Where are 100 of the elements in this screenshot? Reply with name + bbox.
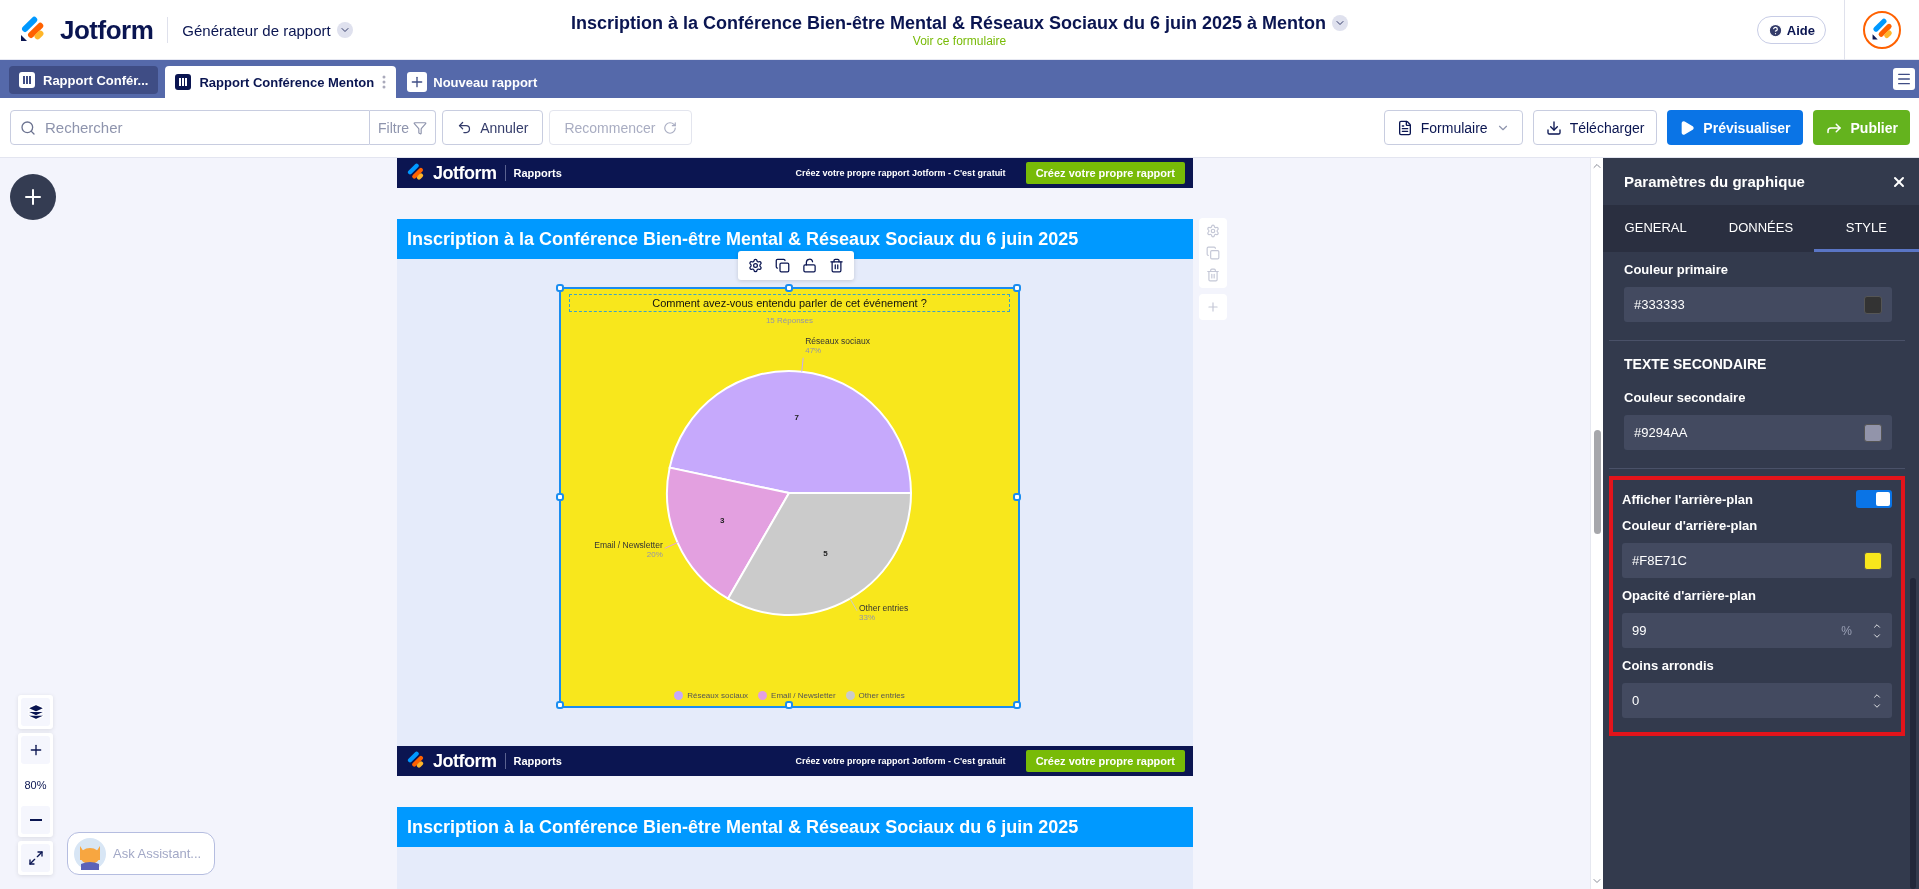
add-button[interactable]	[10, 174, 56, 220]
resize-handle[interactable]	[1013, 284, 1021, 292]
resize-handle[interactable]	[1013, 701, 1021, 709]
form-title: Inscription à la Conférence Bien-être Mental & Réseaux Sociaux du 6 juin 2025 à Menton	[570, 12, 1327, 34]
plus-icon	[407, 72, 428, 92]
bar-chart-icon	[19, 72, 35, 88]
section-label: Rapports	[513, 755, 562, 767]
cat-avatar-icon	[74, 837, 106, 870]
play-icon	[1679, 119, 1696, 136]
toolbar-button[interactable]: Formulaire	[1383, 110, 1523, 145]
help-button[interactable]: Aide	[1756, 16, 1826, 44]
slice-value: 3	[719, 515, 725, 525]
app-menu[interactable]: Générateur de rapport	[182, 21, 353, 39]
new-report-tab[interactable]: Nouveau rapport	[403, 66, 542, 98]
slice-percent: 20%	[646, 550, 663, 560]
color-swatch[interactable]	[1864, 423, 1882, 442]
report-tab[interactable]: Rapport Confér...	[9, 66, 159, 94]
menu-button[interactable]	[1893, 68, 1915, 90]
brand-name: Jotform	[60, 14, 154, 46]
section-label: Rapports	[513, 167, 562, 179]
logo-icon	[405, 751, 425, 771]
zoom-level: 80%	[24, 778, 47, 793]
resize-handle[interactable]	[556, 284, 564, 292]
logo-icon	[405, 163, 425, 183]
brand-name: Jotform	[433, 750, 497, 772]
fullscreen-button[interactable]	[21, 844, 50, 872]
menu-icon	[1896, 71, 1912, 87]
field-label: Coins arrondis	[1622, 658, 1715, 673]
settings-tab[interactable]: STYLE	[1813, 205, 1919, 252]
settings-tab[interactable]: DONNÉES	[1708, 205, 1814, 252]
color-field[interactable]: #333333	[1624, 287, 1892, 322]
zoom-in-button[interactable]	[21, 736, 50, 764]
report-title: Inscription à la Conférence Bien-être Mental & Réseaux Sociaux du 6 juin 2025	[397, 807, 1193, 847]
toggle-switch[interactable]	[1856, 490, 1892, 508]
unit-label: %	[1841, 623, 1852, 638]
copy-icon[interactable]	[775, 258, 790, 273]
resize-handle[interactable]	[556, 701, 564, 709]
minus-icon	[29, 819, 42, 821]
panel-title: Paramètres du graphique	[1624, 173, 1805, 190]
slice-label: Réseaux sociaux	[805, 335, 870, 346]
field-label: Opacité d'arrière-plan	[1622, 588, 1757, 603]
avatar[interactable]	[1863, 11, 1901, 49]
trash-icon[interactable]	[829, 258, 844, 273]
chart-card[interactable]: Comment avez-vous entendu parler de cet événement ? 15 Réponses 7 Réseaux sociaux 47% 3 Email / Newsletter 20% 5 Other entries 33% Réseaux sociaux Email / Newsletter Other entries	[559, 287, 1020, 708]
slice-value: 7	[794, 413, 799, 423]
toolbar-button[interactable]: Prévisualiser	[1667, 110, 1803, 145]
chart-title: Comment avez-vous entendu parler de cet événement ?	[569, 294, 1010, 312]
unlock-icon[interactable]	[802, 258, 817, 273]
logo-icon	[1870, 18, 1894, 42]
section-heading: TEXTE SECONDAIRE	[1624, 356, 1768, 372]
color-swatch[interactable]	[1864, 551, 1882, 570]
expand-icon	[27, 850, 44, 866]
brand-name: Jotform	[433, 162, 497, 184]
field-label: Couleur primaire	[1624, 262, 1730, 277]
bar-chart-icon	[175, 74, 192, 90]
number-field[interactable]: 99 %	[1622, 613, 1892, 648]
leader-line	[849, 598, 858, 612]
legend-item: Réseaux sociaux	[674, 691, 749, 700]
resize-handle[interactable]	[556, 492, 564, 501]
zoom-out-button[interactable]	[21, 806, 50, 834]
leader-line	[801, 357, 804, 373]
report-title: Inscription à la Conférence Bien-être Mental & Réseaux Sociaux du 6 juin 2025	[397, 219, 1193, 259]
promo-text: Créez votre propre rapport Jotform - C'est gratuit	[795, 168, 1006, 178]
download-icon	[1545, 119, 1562, 136]
slice-label: Other entries	[859, 602, 909, 613]
promo-text: Créez votre propre rapport Jotform - C'est gratuit	[795, 756, 1006, 766]
legend-item: Email / Newsletter	[758, 691, 836, 700]
redo-icon	[663, 120, 678, 135]
toolbar-button[interactable]: Télécharger	[1532, 110, 1658, 145]
history-button[interactable]: Annuler	[442, 110, 544, 145]
filter-icon	[413, 120, 428, 135]
color-field[interactable]: #F8E71C	[1622, 543, 1892, 578]
number-field[interactable]: 0	[1622, 683, 1892, 718]
slice-percent: 47%	[805, 345, 822, 355]
settings-icon[interactable]	[748, 258, 763, 273]
resize-handle[interactable]	[784, 284, 793, 292]
leader-line	[664, 542, 679, 549]
slice-value: 5	[823, 549, 828, 559]
settings-tab[interactable]: GENERAL	[1603, 205, 1709, 252]
more-icon[interactable]	[382, 74, 387, 90]
logo-icon	[18, 16, 46, 44]
search-field[interactable]: Rechercher	[10, 110, 370, 145]
chart-subtitle: 15 Réponses	[765, 316, 814, 325]
undo-icon	[457, 120, 473, 135]
help-icon	[1767, 22, 1783, 38]
slice-label: Email / Newsletter	[594, 540, 663, 551]
layers-icon	[26, 703, 45, 721]
color-field[interactable]: #9294AA	[1624, 415, 1892, 450]
field-label: Afficher l'arrière-plan	[1622, 491, 1753, 507]
color-swatch[interactable]	[1864, 295, 1882, 314]
slice-percent: 33%	[859, 612, 875, 622]
field-label: Couleur d'arrière-plan	[1622, 518, 1759, 533]
scrollbar-thumb[interactable]	[1594, 430, 1601, 534]
resize-handle[interactable]	[784, 701, 793, 709]
resize-handle[interactable]	[1013, 492, 1021, 501]
layers-button[interactable]	[21, 698, 50, 726]
field-label: Couleur secondaire	[1624, 390, 1747, 405]
search-icon	[20, 120, 36, 136]
report-tab[interactable]: Rapport Conférence Menton	[165, 66, 397, 98]
legend-item: Other entries	[845, 691, 905, 700]
